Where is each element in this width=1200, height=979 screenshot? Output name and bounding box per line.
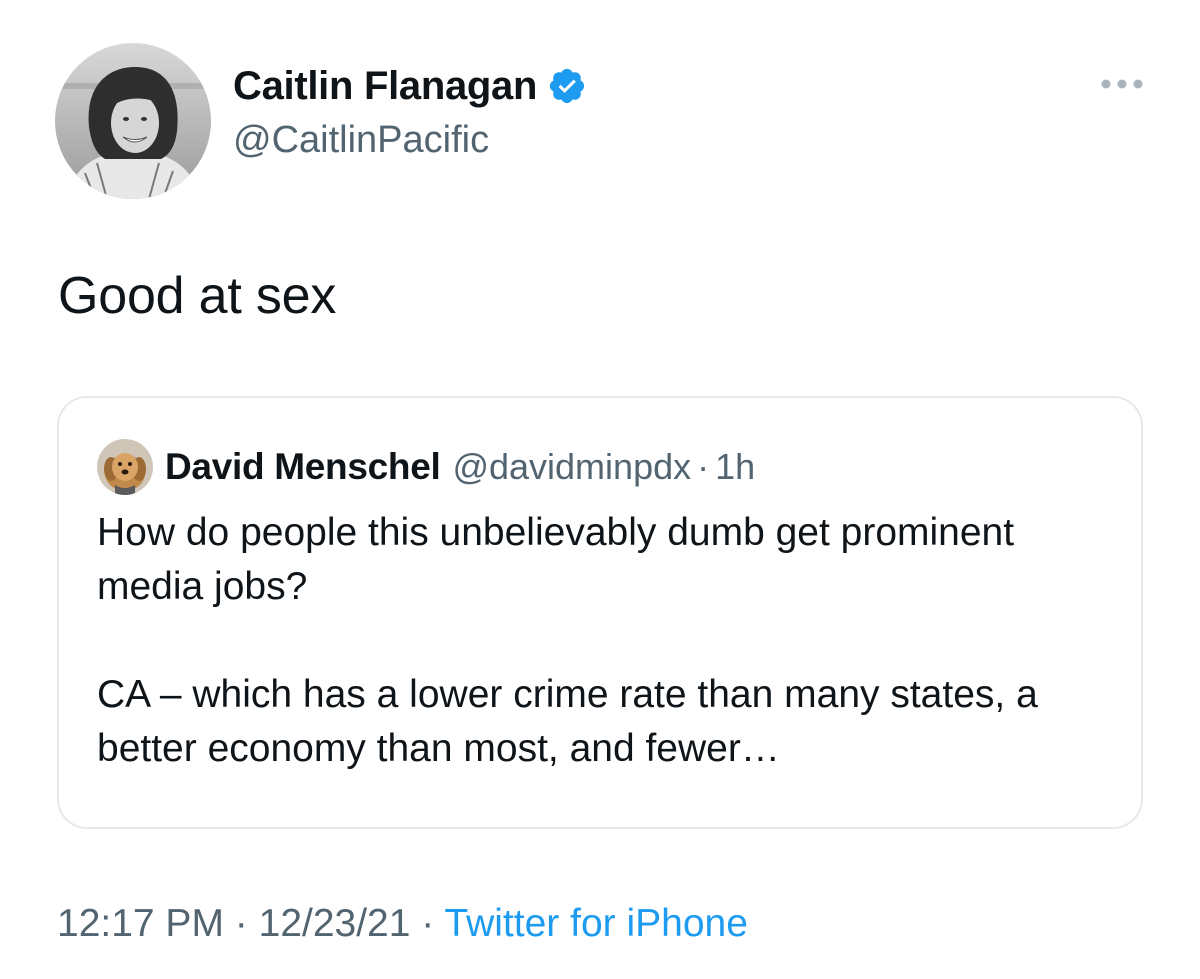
more-dots-icon	[1101, 79, 1143, 89]
quoted-tweet-body: How do people this unbelievably dumb get…	[97, 506, 1097, 776]
meta-separator-1: ·	[234, 902, 248, 945]
tweet-meta-row: 12:17 PM · 12/23/21 · Twitter for iPhone	[57, 896, 748, 952]
quoted-tweet-header: David Menschel @davidminpdx · 1h	[97, 439, 755, 495]
verified-badge-icon	[550, 68, 585, 104]
tweet: Caitlin Flanagan @CaitlinPacific Good at…	[0, 0, 1200, 979]
tweet-source-link[interactable]: Twitter for iPhone	[444, 902, 747, 945]
dog-photo-icon	[97, 439, 153, 495]
quoted-separator: ·	[697, 446, 710, 487]
quoted-tweet-paragraph-1: How do people this unbelievably dumb get…	[97, 511, 1015, 608]
quoted-author-display-name[interactable]: David Menschel	[165, 446, 441, 488]
tweet-text: Good at sex	[58, 267, 337, 325]
meta-separator-2: ·	[421, 902, 435, 945]
quoted-tweet-card[interactable]: David Menschel @davidminpdx · 1h How do …	[57, 396, 1143, 829]
author-name-row: Caitlin Flanagan	[233, 62, 587, 110]
quoted-tweet-time[interactable]: 1h	[715, 446, 755, 488]
quoted-author-avatar[interactable]	[97, 439, 153, 495]
tweet-time[interactable]: 12:17 PM	[57, 902, 224, 945]
tweet-date[interactable]: 12/23/21	[259, 902, 411, 945]
author-display-name[interactable]: Caitlin Flanagan	[233, 62, 537, 110]
profile-photo-icon	[55, 43, 211, 199]
author-handle[interactable]: @CaitlinPacific	[233, 116, 489, 164]
quoted-author-handle[interactable]: @davidminpdx	[452, 446, 691, 488]
more-options-button[interactable]	[1094, 60, 1150, 108]
quoted-tweet-paragraph-2: CA – which has a lower crime rate than m…	[97, 673, 1038, 770]
author-avatar[interactable]	[55, 43, 211, 199]
